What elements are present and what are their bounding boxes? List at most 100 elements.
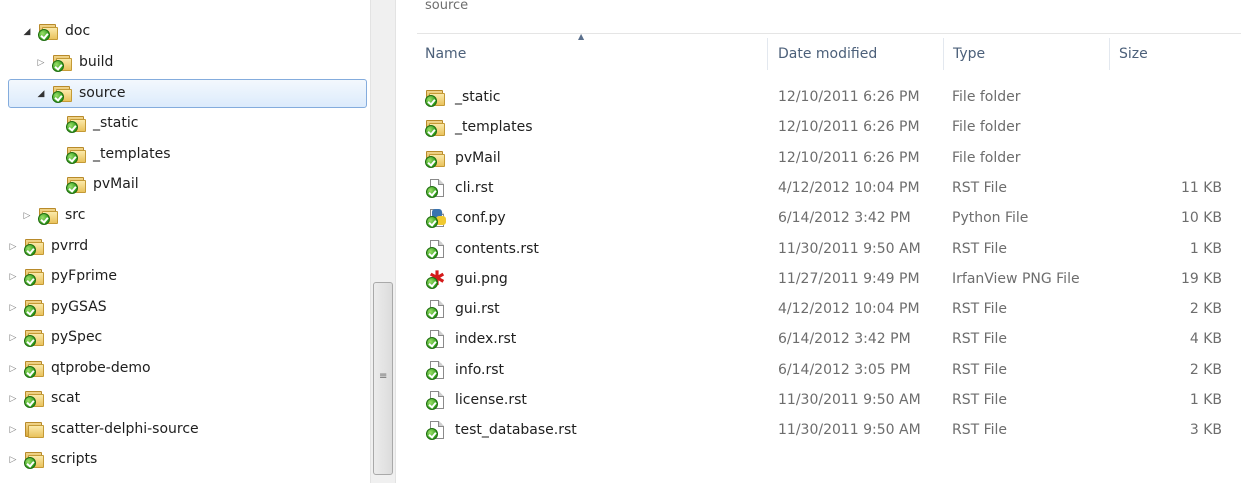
file-row[interactable]: cli.rst 4/12/2012 10:04 PM RST File 11 KB xyxy=(397,173,1253,203)
scrollbar-thumb[interactable]: ≡ xyxy=(373,282,393,475)
tree-item--templates[interactable]: _templates xyxy=(0,140,368,169)
column-divider[interactable] xyxy=(767,38,768,70)
folder-icon xyxy=(425,148,447,168)
tree-item-label: pvrrd xyxy=(51,238,89,254)
navigation-scrollbar[interactable]: ≡ xyxy=(370,0,396,483)
column-header-name-label: Name xyxy=(425,46,467,62)
file-row[interactable]: _templates 12/10/2011 6:26 PM File folder xyxy=(397,112,1253,142)
folder-icon xyxy=(425,87,447,107)
file-row[interactable]: index.rst 6/14/2012 3:42 PM RST File 4 KB xyxy=(397,324,1253,354)
file-row[interactable]: pvMail 12/10/2011 6:26 PM File folder xyxy=(397,143,1253,173)
file-size: 11 KB xyxy=(1180,179,1222,196)
file-row[interactable]: contents.rst 11/30/2011 9:50 AM RST File 1 … xyxy=(397,234,1253,264)
file-type: RST File xyxy=(952,301,1008,318)
folder-icon xyxy=(66,113,88,133)
folder-icon xyxy=(24,388,46,408)
folder-icon xyxy=(24,266,46,286)
file-row[interactable]: _static 12/10/2011 6:26 PM File folder xyxy=(397,82,1253,112)
tree-item-src[interactable]: ▷ src xyxy=(0,201,368,230)
file-row[interactable]: license.rst 11/30/2011 9:50 AM RST File 1 K… xyxy=(397,385,1253,415)
expand-arrow-icon[interactable]: ▷ xyxy=(22,211,32,221)
column-header-type[interactable]: Type xyxy=(945,36,1110,72)
file-name: _templates xyxy=(455,119,533,136)
navigation-pane: ◢ doc ▷ build ◢ source _static _templates pvMail… xyxy=(0,0,370,483)
file-type: RST File xyxy=(952,422,1008,439)
expand-arrow-icon[interactable]: ▷ xyxy=(8,425,18,435)
tree-item-pvrrd[interactable]: ▷ pvrrd xyxy=(0,232,368,261)
tree-item--static[interactable]: _static xyxy=(0,109,368,138)
folder-icon xyxy=(24,449,46,469)
tree-item-label: scripts xyxy=(51,451,98,467)
file-type: RST File xyxy=(952,331,1008,348)
collapse-arrow-icon[interactable]: ◢ xyxy=(36,89,46,99)
tree-item-scripts[interactable]: ▷ scripts xyxy=(0,445,368,474)
file-date-modified: 12/10/2011 6:26 PM xyxy=(778,89,920,105)
expand-arrow-icon[interactable]: ▷ xyxy=(8,333,18,343)
file-size: 2 KB xyxy=(1189,301,1222,318)
folder-icon xyxy=(38,205,60,225)
tree-item-doc[interactable]: ◢ doc xyxy=(0,17,368,46)
tree-item-pvmail[interactable]: pvMail xyxy=(0,170,368,199)
folder-icon xyxy=(24,297,46,317)
file-row[interactable]: test_database.rst 11/30/2011 9:50 AM RST F… xyxy=(397,415,1253,445)
breadcrumb-path: source xyxy=(425,0,469,13)
tree-item-label: doc xyxy=(65,23,91,39)
expand-arrow-icon[interactable]: ▷ xyxy=(8,394,18,404)
collapse-arrow-icon[interactable]: ◢ xyxy=(22,27,32,37)
file-date-modified: 6/14/2012 3:42 PM xyxy=(778,331,911,348)
expand-arrow-icon[interactable]: ▷ xyxy=(8,272,18,282)
file-name: pvMail xyxy=(455,149,501,166)
expand-arrow-icon[interactable]: ▷ xyxy=(8,303,18,313)
column-header-size[interactable]: Size xyxy=(1111,36,1231,72)
file-date-modified: 6/14/2012 3:42 PM xyxy=(778,210,911,227)
header-divider xyxy=(417,33,1241,34)
document-icon xyxy=(425,360,447,380)
file-date-modified: 11/30/2011 9:50 AM xyxy=(778,240,921,257)
file-type: File folder xyxy=(952,149,1021,166)
tree-item-source[interactable]: ◢ source xyxy=(0,79,368,108)
column-header-date[interactable]: Date modified xyxy=(770,36,944,72)
tree-item-build[interactable]: ▷ build xyxy=(0,48,368,77)
document-icon xyxy=(425,178,447,198)
expand-arrow-icon[interactable]: ▷ xyxy=(8,455,18,465)
folder-icon xyxy=(52,83,74,103)
expand-arrow-icon[interactable]: ▷ xyxy=(8,364,18,374)
file-type: RST File xyxy=(952,240,1008,257)
file-row[interactable]: gui.rst 4/12/2012 10:04 PM RST File 2 KB xyxy=(397,294,1253,324)
column-divider[interactable] xyxy=(943,38,944,70)
file-type: File folder xyxy=(952,89,1021,105)
folder-icon xyxy=(425,117,447,138)
file-name: _static xyxy=(455,89,501,105)
tree-item-scat[interactable]: ▷ scat xyxy=(0,384,368,413)
tree-item-qtprobe-demo[interactable]: ▷ qtprobe-demo xyxy=(0,354,368,383)
file-list-pane: source ▲ Name Date modified Type Size _s… xyxy=(397,0,1253,483)
tree-item-pyspec[interactable]: ▷ pySpec xyxy=(0,323,368,352)
file-name: gui.png xyxy=(455,270,508,287)
file-row[interactable]: info.rst 6/14/2012 3:05 PM RST File 2 KB xyxy=(397,355,1253,385)
column-header-name[interactable]: Name xyxy=(417,36,768,72)
file-size: 3 KB xyxy=(1189,422,1222,439)
file-size: 2 KB xyxy=(1189,361,1222,378)
file-name: license.rst xyxy=(455,392,527,408)
expand-arrow-icon[interactable]: ▷ xyxy=(8,242,18,252)
expand-arrow-icon[interactable]: ▷ xyxy=(36,58,46,68)
file-date-modified: 11/30/2011 9:50 AM xyxy=(778,392,921,408)
tree-item-label: _static xyxy=(93,115,139,131)
file-type: RST File xyxy=(952,179,1008,196)
file-type: RST File xyxy=(952,392,1008,408)
column-divider[interactable] xyxy=(1109,38,1110,70)
document-icon xyxy=(425,239,447,259)
file-row[interactable]: conf.py 6/14/2012 3:42 PM Python File 10 KB xyxy=(397,203,1253,233)
tree-item-pygsas[interactable]: ▷ pyGSAS xyxy=(0,293,368,322)
grip-icon: ≡ xyxy=(379,371,388,382)
tree-item-scatter-delphi-source[interactable]: ▷ scatter-delphi-source xyxy=(0,415,368,444)
folder-icon xyxy=(66,174,88,194)
document-icon xyxy=(425,420,447,441)
file-row[interactable]: ✱ gui.png 11/27/2011 9:49 PM IrfanView PNG … xyxy=(397,264,1253,294)
file-name: gui.rst xyxy=(455,301,500,318)
document-icon xyxy=(425,390,447,410)
folder-icon xyxy=(66,144,88,164)
file-date-modified: 4/12/2012 10:04 PM xyxy=(778,179,920,196)
tree-item-label: src xyxy=(65,207,86,223)
tree-item-pyfprime[interactable]: ▷ pyFprime xyxy=(0,262,368,291)
